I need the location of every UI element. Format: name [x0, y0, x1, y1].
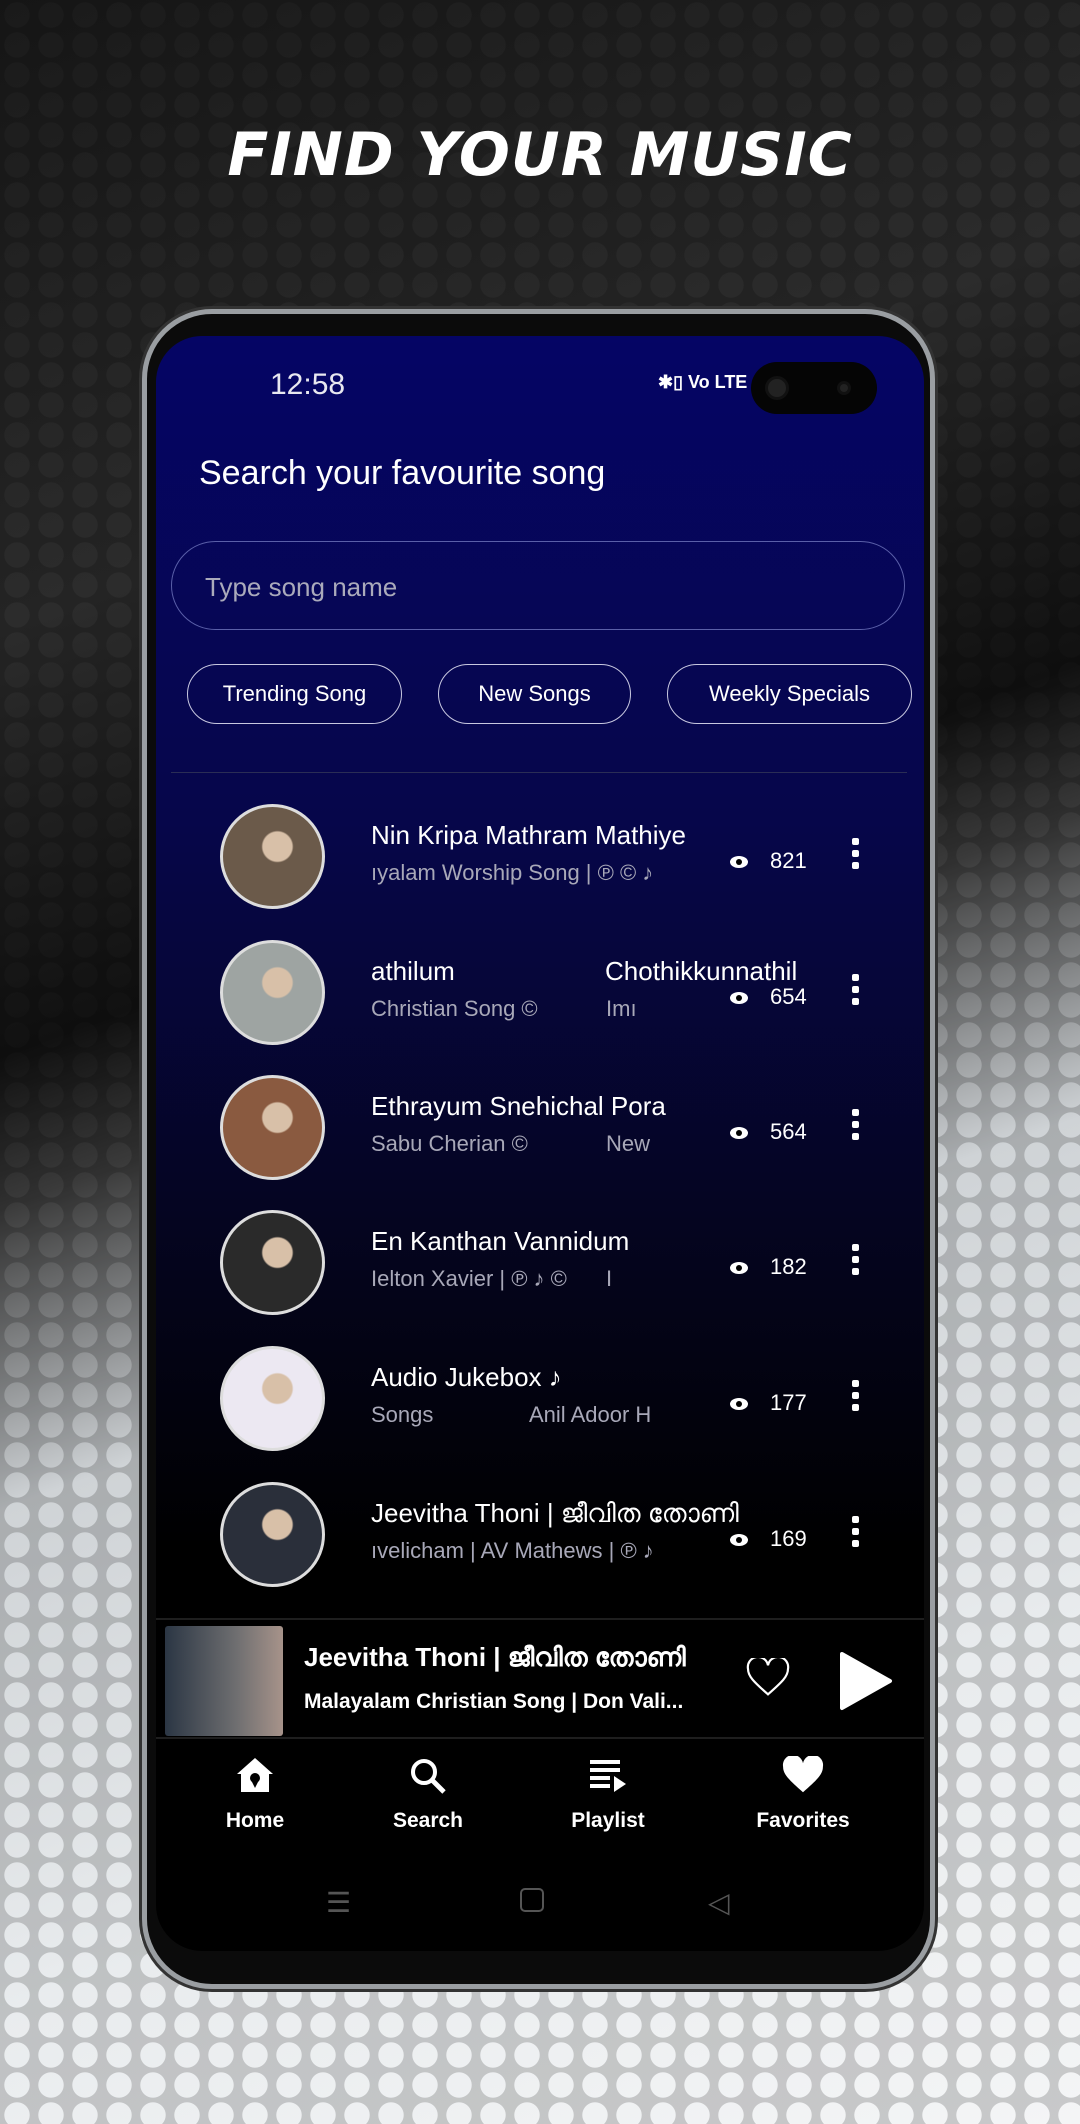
system-back-button[interactable]: ◁ [708, 1886, 730, 1919]
song-title-scroll: Chothikkunnathil [605, 956, 798, 986]
eye-icon [730, 1127, 748, 1139]
now-playing-thumbnail [165, 1626, 283, 1736]
song-subtitle-scroll: Imı [606, 996, 637, 1021]
song-subtitle-scroll: Anil Adoor H [529, 1402, 652, 1427]
view-count: 564 [770, 1119, 807, 1144]
song-thumbnail [220, 940, 325, 1045]
now-playing-bar[interactable]: Jeevitha Thoni | ജീവിത തോണി Malayalam Ch… [156, 1618, 924, 1739]
more-options-icon[interactable] [852, 1109, 860, 1145]
nav-search[interactable]: Search [353, 1756, 503, 1833]
song-title: Jeevitha Thoni | ജീവിത തോണി [371, 1498, 739, 1528]
song-subtitle: ıyalam Worship Song | ℗ © ♪ [371, 860, 654, 885]
song-title: athilum [371, 956, 455, 986]
status-time: 12:58 [270, 368, 346, 401]
eye-icon [730, 1534, 748, 1546]
view-count: 169 [770, 1526, 807, 1551]
chip-new-songs[interactable]: New Songs [438, 664, 631, 724]
eye-icon [730, 1398, 748, 1410]
view-count: 182 [770, 1254, 807, 1279]
song-subtitle-scroll: I [606, 1266, 613, 1291]
song-subtitle: ıvelicham | AV Mathews | ℗ ♪ [371, 1538, 654, 1563]
nav-favorites[interactable]: Favorites [728, 1754, 878, 1833]
view-count: 177 [770, 1390, 807, 1415]
more-options-icon[interactable] [852, 974, 860, 1010]
eye-icon [730, 1262, 748, 1274]
song-thumbnail [220, 1482, 325, 1587]
play-icon[interactable] [838, 1650, 894, 1712]
page-title: Search your favourite song [199, 454, 606, 492]
song-title: Audio Jukebox ♪ [371, 1362, 562, 1392]
nav-playlist[interactable]: Playlist [533, 1756, 683, 1833]
system-home-button[interactable] [520, 1888, 544, 1912]
nav-label: Playlist [571, 1809, 645, 1832]
song-title: En Kanthan Vannidum [371, 1226, 630, 1256]
view-count: 654 [770, 984, 807, 1009]
search-input[interactable]: Type song name [171, 541, 905, 630]
more-options-icon[interactable] [852, 1380, 860, 1416]
nav-label: Search [392, 1809, 464, 1832]
now-playing-title: Jeevitha Thoni | ജീവിത തോണി [304, 1642, 686, 1672]
song-title: Nin Kripa Mathram Mathiye [371, 820, 686, 850]
system-recents-button[interactable]: ☰ [326, 1886, 351, 1919]
song-thumbnail [220, 1346, 325, 1451]
eye-icon [730, 856, 748, 868]
nav-home[interactable]: Home [180, 1756, 330, 1833]
song-thumbnail [220, 804, 325, 909]
song-thumbnail [220, 1075, 325, 1180]
camera-cutout [751, 362, 877, 414]
more-options-icon[interactable] [852, 1244, 860, 1280]
song-subtitle-scroll: New [606, 1131, 651, 1156]
divider [171, 772, 907, 773]
search-icon [411, 1759, 446, 1794]
playlist-icon [590, 1760, 626, 1792]
chip-trending-song[interactable]: Trending Song [187, 664, 402, 724]
song-title: Ethrayum Snehichal Pora [371, 1091, 666, 1121]
heart-icon [782, 1754, 824, 1793]
heart-outline-icon[interactable] [744, 1658, 792, 1698]
song-thumbnail [220, 1210, 325, 1315]
more-options-icon[interactable] [852, 1516, 860, 1552]
home-icon [237, 1758, 273, 1792]
app-screen: 12:58 ✱▯ Vo LTE ⇕5G Search your favourit… [156, 336, 924, 1951]
more-options-icon[interactable] [852, 838, 860, 874]
nav-label: Favorites [756, 1809, 850, 1832]
eye-icon [730, 992, 748, 1004]
view-count: 821 [770, 848, 807, 873]
chip-weekly-specials[interactable]: Weekly Specials [667, 664, 912, 724]
nav-label: Home [225, 1809, 285, 1832]
now-playing-subtitle: Malayalam Christian Song | Don Vali... [304, 1690, 684, 1713]
promo-title: FIND YOUR MUSIC [227, 120, 853, 190]
